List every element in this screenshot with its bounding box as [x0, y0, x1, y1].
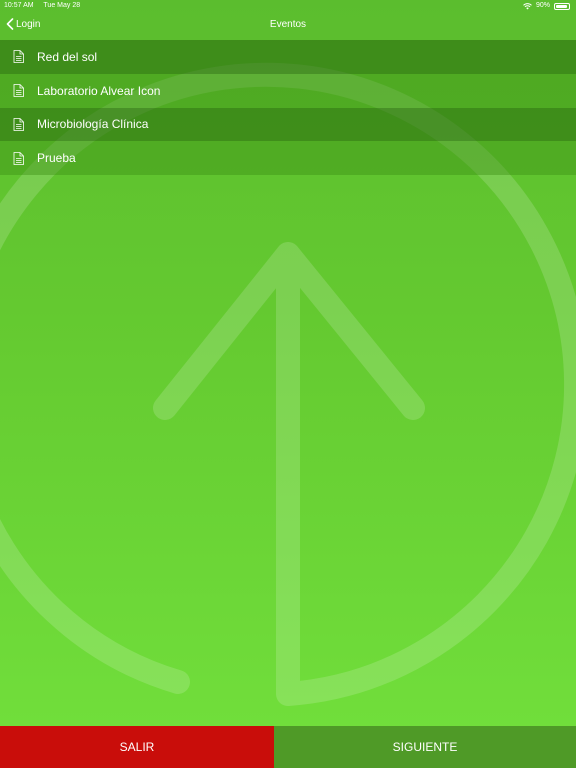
- exit-button[interactable]: SALIR: [0, 726, 274, 768]
- event-label: Prueba: [37, 151, 76, 166]
- event-item[interactable]: Laboratorio Alvear Icon: [0, 73, 576, 108]
- event-item[interactable]: Prueba: [0, 141, 576, 175]
- document-icon: [13, 151, 24, 165]
- wifi-icon: [523, 2, 532, 9]
- status-left: 10:57 AM Tue May 28: [4, 0, 88, 12]
- bottom-action-bar: SALIR SIGUIENTE: [0, 726, 576, 768]
- status-date: Tue May 28: [43, 2, 81, 9]
- event-item[interactable]: Red del sol: [0, 40, 576, 74]
- event-label: Laboratorio Alvear Icon: [37, 83, 161, 98]
- battery-fill: [556, 4, 567, 8]
- document-icon: [13, 84, 24, 98]
- battery-icon: [554, 2, 570, 10]
- event-label: Microbiología Clínica: [37, 117, 149, 132]
- event-item[interactable]: Microbiología Clínica: [0, 107, 576, 142]
- event-label: Red del sol: [37, 49, 98, 64]
- status-time: 10:57 AM: [4, 2, 34, 9]
- battery-percent: 90%: [535, 2, 550, 9]
- page-title: Eventos: [269, 19, 307, 30]
- next-button[interactable]: SIGUIENTE: [274, 726, 576, 768]
- document-icon: [13, 117, 24, 131]
- event-list: Red del sol Laboratorio Alvear Icon Micr…: [0, 40, 576, 175]
- status-bar: 10:57 AM Tue May 28 90%: [0, 0, 576, 12]
- navigation-bar: Login Eventos: [0, 12, 576, 40]
- status-right: 90%: [523, 0, 570, 12]
- document-icon: [13, 50, 24, 64]
